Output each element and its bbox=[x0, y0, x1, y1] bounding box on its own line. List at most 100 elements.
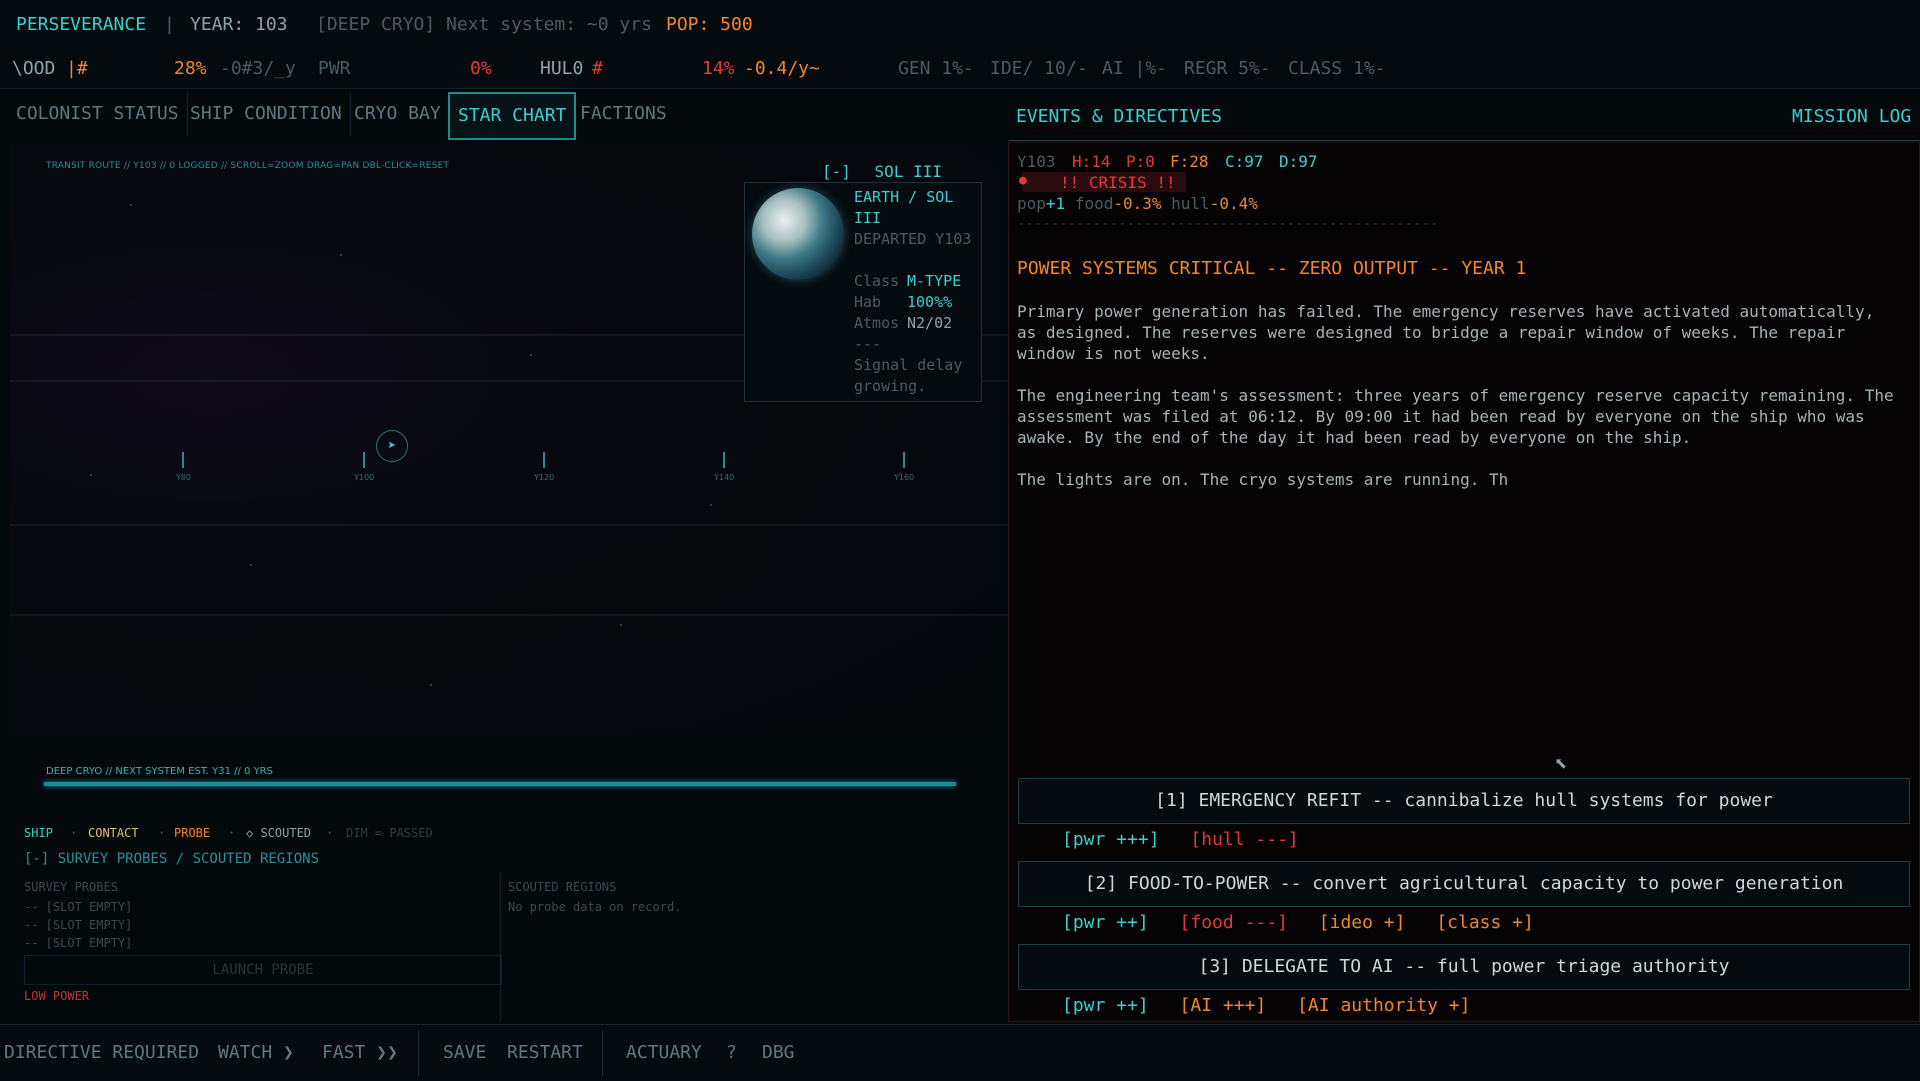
star bbox=[90, 474, 92, 476]
probe-slot: -- [SLOT EMPTY] bbox=[24, 918, 133, 932]
debug-button[interactable]: DBG bbox=[762, 1042, 795, 1063]
delta-hull-label: hull bbox=[1171, 194, 1210, 213]
launch-probe-button[interactable]: LAUNCH PROBE bbox=[24, 955, 502, 985]
atmos-label: Atmos bbox=[854, 314, 900, 332]
effect-tag: [hull ---] bbox=[1190, 829, 1299, 850]
timeline-tick bbox=[543, 452, 545, 468]
event-paragraph: Primary power generation has failed. The… bbox=[1017, 302, 1875, 363]
tab-star-chart[interactable]: STAR CHART bbox=[448, 92, 577, 140]
header-divider bbox=[1008, 140, 1920, 141]
survey-probes-header[interactable]: [-] SURVEY PROBES / SCOUTED REGIONS bbox=[24, 851, 319, 867]
event-d: D:97 bbox=[1279, 152, 1318, 171]
scouted-regions-column: SCOUTED REGIONS bbox=[508, 880, 617, 894]
choice-1-effects: [pwr +++] [hull ---] bbox=[1062, 829, 1319, 850]
event-paragraph: The engineering team's assessment: three… bbox=[1017, 386, 1894, 447]
class-stat: CLASS 1%- bbox=[1288, 58, 1386, 79]
gen-stat: GEN 1%- bbox=[898, 58, 974, 79]
legend-scouted: ◇ SCOUTED bbox=[246, 826, 312, 840]
earth-planet-image bbox=[752, 188, 844, 280]
tab-cryo-bay[interactable]: CRYO BAY bbox=[346, 92, 450, 136]
event-c: C:97 bbox=[1225, 152, 1264, 171]
legend-ship: SHIP bbox=[24, 826, 53, 840]
star bbox=[710, 504, 712, 506]
choice-2-button[interactable]: [2] FOOD-TO-POWER -- convert agricultura… bbox=[1018, 861, 1910, 907]
hab-value: 100%% bbox=[907, 293, 953, 311]
scanline bbox=[10, 524, 1010, 526]
header-separator: | bbox=[164, 14, 175, 35]
probe-slot: -- [SLOT EMPTY] bbox=[24, 936, 133, 950]
watch-button[interactable]: WATCH ❯ bbox=[218, 1042, 294, 1063]
food-percent: 28% bbox=[174, 58, 207, 79]
mission-log-link[interactable]: MISSION LOG bbox=[1792, 106, 1911, 127]
star bbox=[530, 354, 532, 356]
tick-label: Y160 bbox=[894, 473, 915, 482]
directive-status: DIRECTIVE REQUIRED bbox=[4, 1042, 200, 1063]
event-title: POWER SYSTEMS CRITICAL -- ZERO OUTPUT --… bbox=[1017, 258, 1527, 279]
regression-stat: REGR 5%- bbox=[1184, 58, 1271, 79]
ideology-stat: IDE/ 10/- bbox=[990, 58, 1088, 79]
legend-dot: · bbox=[158, 826, 166, 840]
ship-position-icon[interactable]: ➤ bbox=[376, 430, 408, 462]
hab-label: Hab bbox=[854, 293, 882, 311]
ai-stat: AI |%- bbox=[1102, 58, 1168, 79]
effect-tag: [pwr ++] bbox=[1062, 912, 1149, 933]
choice-2-effects: [pwr ++] [food ---] [ideo +] [class +] bbox=[1062, 912, 1554, 933]
food-rate: -0#3/_y bbox=[220, 58, 296, 79]
tab-factions[interactable]: FACTIONS bbox=[572, 92, 675, 136]
delta-food-value: -0.3% bbox=[1113, 194, 1162, 213]
timeline-tick bbox=[723, 452, 725, 468]
timeline-tick bbox=[182, 452, 184, 468]
save-button[interactable]: SAVE bbox=[443, 1042, 486, 1063]
legend-contact: CONTACT bbox=[88, 826, 139, 840]
class-value: M-TYPE bbox=[907, 272, 962, 290]
crisis-badge: !! CRISIS !! bbox=[1060, 173, 1176, 192]
mode-status: [DEEP CRYO] Next system: ~0 yrs bbox=[316, 14, 652, 35]
effect-tag: [AI authority +] bbox=[1297, 995, 1471, 1016]
actuary-button[interactable]: ACTUARY bbox=[626, 1042, 702, 1063]
tab-ship-condition[interactable]: SHIP CONDITION bbox=[182, 92, 351, 136]
delta-pop-label: pop bbox=[1017, 194, 1046, 213]
power-percent: 0% bbox=[470, 58, 492, 79]
tick-label: Y100 bbox=[354, 473, 375, 482]
star bbox=[130, 204, 132, 206]
tick-label: Y140 bbox=[714, 473, 735, 482]
tick-label: Y80 bbox=[176, 473, 192, 482]
year-label: YEAR: 103 bbox=[190, 14, 288, 35]
delta-pop-value: +1 bbox=[1045, 194, 1066, 213]
effect-tag: [ideo +] bbox=[1318, 912, 1406, 933]
timeline-tick bbox=[363, 452, 365, 468]
toolbar-divider bbox=[602, 1030, 603, 1076]
event-h: H:14 bbox=[1072, 152, 1111, 171]
effect-tag: [food ---] bbox=[1179, 912, 1288, 933]
legend-probe: PROBE bbox=[174, 826, 211, 840]
column-divider bbox=[500, 872, 501, 1022]
star bbox=[620, 624, 622, 626]
collapse-toggle[interactable]: [-] bbox=[822, 162, 851, 181]
legend-passed: DIM = PASSED bbox=[346, 826, 433, 840]
event-paragraph: The lights are on. The cryo systems are … bbox=[1017, 470, 1509, 489]
info-separator: --- bbox=[854, 335, 882, 353]
hull-percent: 14% bbox=[702, 58, 735, 79]
food-label: \OOD bbox=[12, 58, 56, 79]
timeline-tick bbox=[903, 452, 905, 468]
restart-button[interactable]: RESTART bbox=[507, 1042, 583, 1063]
ship-name: PERSEVERANCE bbox=[16, 14, 147, 35]
fast-button[interactable]: FAST ❯❯ bbox=[322, 1042, 398, 1063]
help-button[interactable]: ? bbox=[726, 1042, 737, 1063]
transit-progress-bar bbox=[44, 782, 956, 786]
effect-tag: [pwr +++] bbox=[1062, 829, 1160, 850]
planet-card-title[interactable]: [-] SOL III bbox=[822, 162, 942, 181]
tick-label: Y120 bbox=[534, 473, 555, 482]
choice-1-button[interactable]: [1] EMERGENCY REFIT -- cannibalize hull … bbox=[1018, 778, 1910, 824]
effect-tag: [pwr ++] bbox=[1062, 995, 1149, 1016]
crisis-icon: ● bbox=[1019, 173, 1027, 188]
star bbox=[340, 254, 342, 256]
choice-3-button[interactable]: [3] DELEGATE TO AI -- full power triage … bbox=[1018, 944, 1910, 990]
star bbox=[430, 684, 432, 686]
planet-name: SOL III bbox=[874, 162, 942, 181]
tab-colonist-status[interactable]: COLONIST STATUS bbox=[8, 92, 188, 136]
effect-tag: [AI +++] bbox=[1179, 995, 1267, 1016]
population-label: POP: 500 bbox=[666, 14, 753, 35]
event-divider: ----------------------------------------… bbox=[1017, 216, 1439, 232]
mouse-cursor-icon: ⬉ bbox=[1554, 752, 1568, 777]
